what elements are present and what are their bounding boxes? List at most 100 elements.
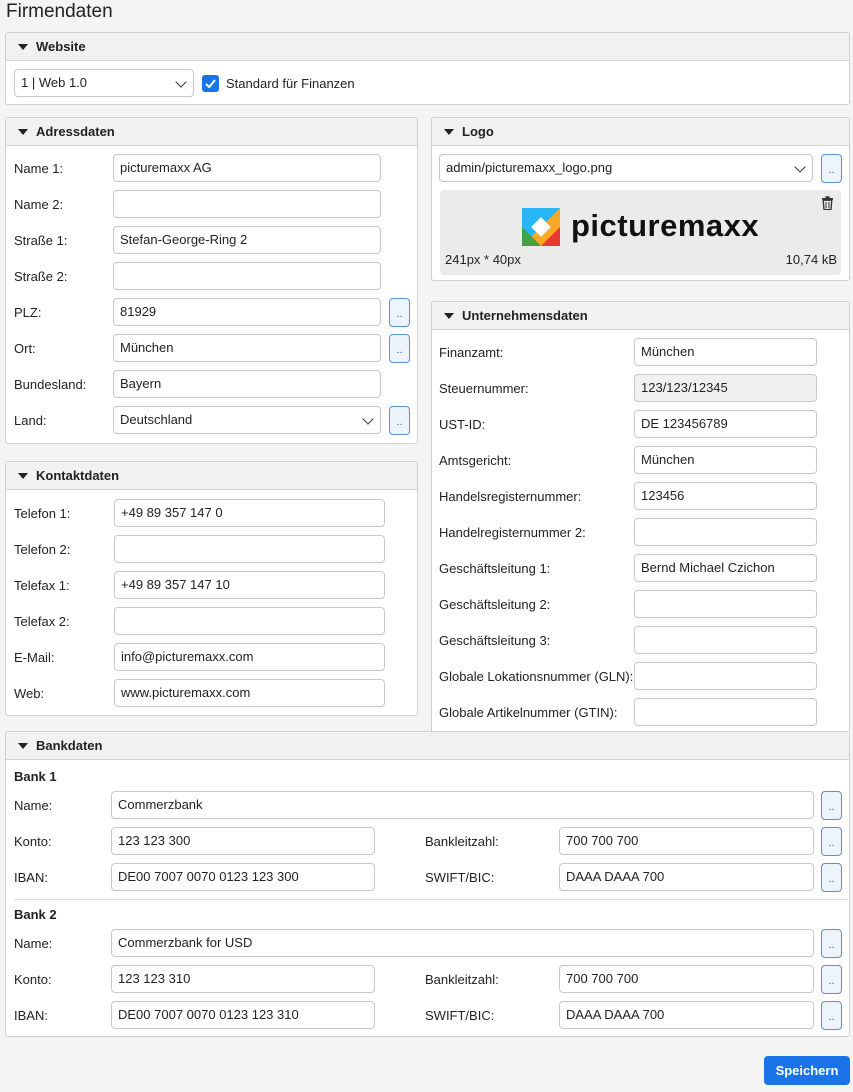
logo-panel-header[interactable]: Logo xyxy=(432,118,849,146)
telefax1-label: Telefax 1: xyxy=(14,578,70,593)
bank1-iban-input[interactable]: DE00 7007 0070 0123 123 300 xyxy=(111,863,375,891)
bank2-iban-input[interactable]: DE00 7007 0070 0123 123 310 xyxy=(111,1001,375,1029)
email-input[interactable]: info@picturemaxx.com xyxy=(114,643,385,671)
kontaktdaten-panel-header[interactable]: Kontaktdaten xyxy=(6,462,417,490)
website-select[interactable]: 1 | Web 1.0 xyxy=(14,69,194,97)
unternehmensdaten-header-label: Unternehmensdaten xyxy=(462,308,588,323)
gln-label: Globale Lokationsnummer (GLN): xyxy=(439,669,634,684)
geschaeftsleitung2-label: Geschäftsleitung 2: xyxy=(439,597,551,612)
land-select[interactable]: Deutschland xyxy=(113,406,381,434)
bankdaten-header-label: Bankdaten xyxy=(36,738,103,753)
bank2-swift-label: SWIFT/BIC: xyxy=(425,1008,495,1023)
website-panel: Website 1 | Web 1.0 Standard für Finanze… xyxy=(5,32,850,105)
bank2-swift-input[interactable]: DAAA DAAA 700 xyxy=(559,1001,814,1029)
steuernummer-input[interactable]: 123/123/12345 xyxy=(634,374,817,402)
geschaeftsleitung1-input[interactable]: Bernd Michael Czichon xyxy=(634,554,817,582)
bank1-blz-input[interactable]: 700 700 700 xyxy=(559,827,814,855)
logo-file-select-value: admin/picturemaxx_logo.png xyxy=(446,160,613,175)
ort-label: Ort: xyxy=(14,341,36,356)
telefax1-input[interactable]: +49 89 357 147 10 xyxy=(114,571,385,599)
plz-input[interactable]: 81929 xyxy=(113,298,381,326)
web-input[interactable]: www.picturemaxx.com xyxy=(114,679,385,707)
telefon1-input[interactable]: +49 89 357 147 0 xyxy=(114,499,385,527)
name1-label: Name 1: xyxy=(14,161,64,176)
land-label: Land: xyxy=(14,413,47,428)
logo-filesize: 10,74 kB xyxy=(785,252,837,267)
telefax2-input[interactable] xyxy=(114,607,385,635)
page-title: Firmendaten xyxy=(6,1,113,22)
bank2-title: Bank 2 xyxy=(14,907,57,922)
strasse1-input[interactable]: Stefan-George-Ring 2 xyxy=(113,226,381,254)
geschaeftsleitung3-label: Geschäftsleitung 3: xyxy=(439,633,551,648)
handelregisternummer2-input[interactable] xyxy=(634,518,817,546)
collapse-caret-icon xyxy=(18,472,28,479)
name2-input[interactable] xyxy=(113,190,381,218)
logo-panel: Logo admin/picturemaxx_logo.png .. pictu… xyxy=(431,117,850,281)
bank1-blz-label: Bankleitzahl: xyxy=(425,834,499,849)
web-label: Web: xyxy=(14,686,45,701)
amtsgericht-input[interactable]: München xyxy=(634,446,817,474)
handelsregisternummer-input[interactable]: 123456 xyxy=(634,482,817,510)
bank2-name-label: Name: xyxy=(14,936,53,951)
bundesland-label: Bundesland: xyxy=(14,377,87,392)
geschaeftsleitung3-input[interactable] xyxy=(634,626,817,654)
bank1-swift-lookup-button[interactable]: .. xyxy=(821,863,842,892)
bank1-konto-label: Konto: xyxy=(14,834,52,849)
bank2-name-lookup-button[interactable]: .. xyxy=(821,929,842,958)
adressdaten-panel-header[interactable]: Adressdaten xyxy=(6,118,417,146)
plz-lookup-button[interactable]: .. xyxy=(389,298,410,327)
ort-lookup-button[interactable]: .. xyxy=(389,334,410,363)
website-header-label: Website xyxy=(36,39,86,54)
bank1-konto-input[interactable]: 123 123 300 xyxy=(111,827,375,855)
strasse2-input[interactable] xyxy=(113,262,381,290)
website-panel-header[interactable]: Website xyxy=(6,33,849,61)
gtin-label: Globale Artikelnummer (GTIN): xyxy=(439,705,618,720)
telefon1-label: Telefon 1: xyxy=(14,506,71,521)
bank2-konto-label: Konto: xyxy=(14,972,52,987)
trash-icon[interactable] xyxy=(821,196,834,210)
finanzamt-input[interactable]: München xyxy=(634,338,817,366)
telefon2-label: Telefon 2: xyxy=(14,542,71,557)
telefon2-input[interactable] xyxy=(114,535,385,563)
unternehmensdaten-panel-header[interactable]: Unternehmensdaten xyxy=(432,302,849,330)
land-lookup-button[interactable]: .. xyxy=(389,406,410,435)
bank2-name-input[interactable]: Commerzbank for USD xyxy=(111,929,814,957)
bank2-konto-input[interactable]: 123 123 310 xyxy=(111,965,375,993)
finanzamt-label: Finanzamt: xyxy=(439,345,504,360)
bank2-blz-label: Bankleitzahl: xyxy=(425,972,499,987)
strasse1-label: Straße 1: xyxy=(14,233,68,248)
ust-id-input[interactable]: DE 123456789 xyxy=(634,410,817,438)
bank2-swift-lookup-button[interactable]: .. xyxy=(821,1001,842,1030)
chevron-down-icon xyxy=(362,413,374,425)
gtin-input[interactable] xyxy=(634,698,817,726)
ort-input[interactable]: München xyxy=(113,334,381,362)
name1-input[interactable]: picturemaxx AG xyxy=(113,154,381,182)
bank1-name-lookup-button[interactable]: .. xyxy=(821,791,842,820)
bank2-blz-input[interactable]: 700 700 700 xyxy=(559,965,814,993)
bank1-swift-label: SWIFT/BIC: xyxy=(425,870,495,885)
bank1-swift-input[interactable]: DAAA DAAA 700 xyxy=(559,863,814,891)
bank2-blz-lookup-button[interactable]: .. xyxy=(821,965,842,994)
ust-id-label: UST-ID: xyxy=(439,417,486,432)
bank1-iban-label: IBAN: xyxy=(14,870,48,885)
bank1-blz-lookup-button[interactable]: .. xyxy=(821,827,842,856)
kontaktdaten-header-label: Kontaktdaten xyxy=(36,468,120,483)
kontaktdaten-panel: Kontaktdaten Telefon 1: +49 89 357 147 0… xyxy=(5,461,418,716)
bundesland-input[interactable]: Bayern xyxy=(113,370,381,398)
standard-finanzen-checkbox[interactable] xyxy=(202,75,219,92)
collapse-caret-icon xyxy=(18,742,28,749)
bankdaten-panel: Bankdaten Bank 1 Name: Commerzbank .. Ko… xyxy=(5,731,850,1037)
unternehmensdaten-panel: Unternehmensdaten Finanzamt: München Ste… xyxy=(431,301,850,731)
save-button[interactable]: Speichern xyxy=(764,1056,850,1085)
logo-browse-button[interactable]: .. xyxy=(821,154,842,183)
geschaeftsleitung2-input[interactable] xyxy=(634,590,817,618)
logo-file-select[interactable]: admin/picturemaxx_logo.png xyxy=(439,154,813,182)
bankdaten-panel-header[interactable]: Bankdaten xyxy=(6,732,849,760)
adressdaten-panel: Adressdaten Name 1: picturemaxx AG Name … xyxy=(5,117,418,444)
adressdaten-header-label: Adressdaten xyxy=(36,124,115,139)
gln-input[interactable] xyxy=(634,662,817,690)
bank1-name-label: Name: xyxy=(14,798,53,813)
email-label: E-Mail: xyxy=(14,650,55,665)
bank1-name-input[interactable]: Commerzbank xyxy=(111,791,814,819)
handelsregisternummer-label: Handelsregisternummer: xyxy=(439,489,582,504)
